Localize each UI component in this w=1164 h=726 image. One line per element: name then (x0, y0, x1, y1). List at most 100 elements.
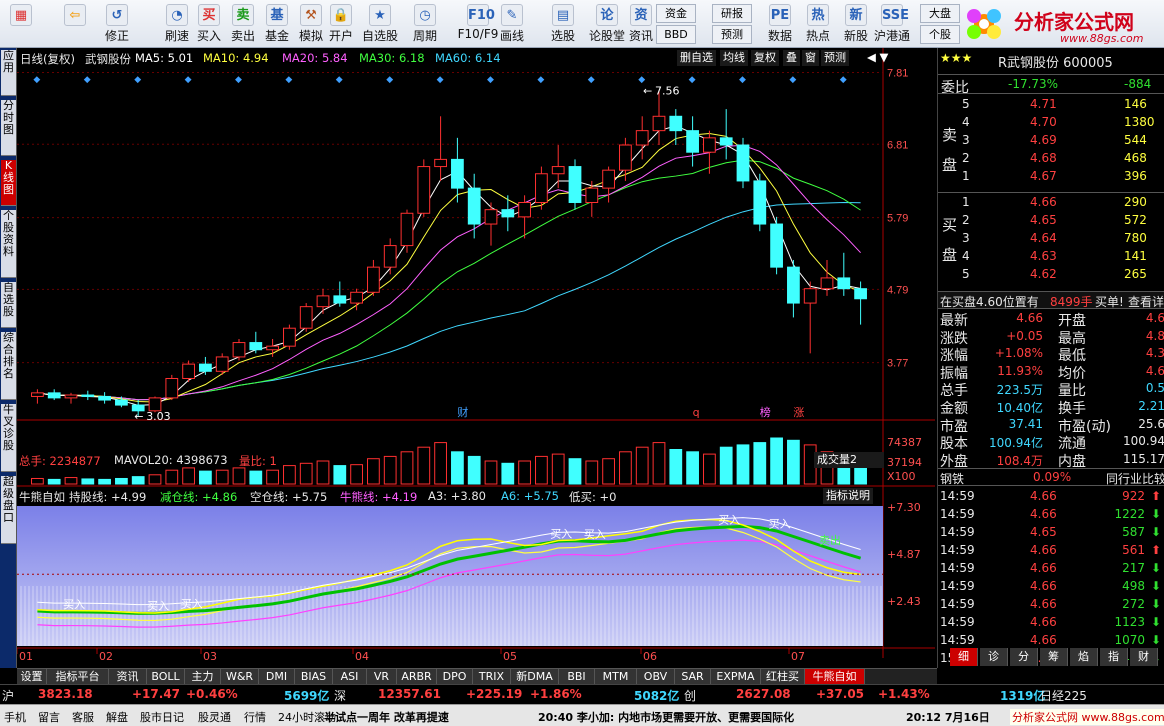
toolbar-button-16[interactable]: PE 数据 (762, 1, 798, 47)
indicator-tab[interactable]: BIAS (295, 669, 333, 684)
quote-tab[interactable]: 财 (1130, 648, 1158, 666)
status-link[interactable]: 解盘 (106, 709, 128, 725)
overlay-button[interactable]: 叠 (783, 50, 800, 66)
toolbar-button-17[interactable]: 热热点 (800, 1, 836, 47)
status-link[interactable]: 客服 (72, 709, 94, 725)
sell-volume: 1380 (1124, 115, 1155, 129)
status-link[interactable]: 留言 (38, 709, 60, 725)
window-button[interactable]: 窗 (802, 50, 819, 66)
indicator-tab[interactable]: 牛熊自如 (805, 669, 865, 684)
buy-row[interactable]: 4 4.63 141 (938, 248, 1164, 266)
buy-row[interactable]: 1 4.66 290 (938, 194, 1164, 212)
bbd-button[interactable]: BBD (656, 25, 696, 44)
date-tick-label: 02 (99, 650, 113, 663)
indicator-tab[interactable]: ASI (333, 669, 367, 684)
indicator-tab[interactable]: BOLL (147, 669, 185, 684)
tab-diagnose[interactable]: 牛叉诊股 (1, 404, 16, 472)
tab-stock-info[interactable]: 个股资料 (1, 210, 16, 278)
toolbar-button-5[interactable]: 卖卖出 (228, 1, 258, 47)
market-button[interactable]: 大盘 (920, 4, 960, 23)
indicator-tab[interactable]: OBV (637, 669, 675, 684)
toolbar-button-7[interactable]: ⚒ 模拟 (296, 1, 326, 47)
stock-button[interactable]: 个股 (920, 25, 960, 44)
quote-tab[interactable]: 筹 (1040, 648, 1068, 666)
indicator-tab[interactable]: TRIX (473, 669, 511, 684)
indicator-tab[interactable]: W&R (221, 669, 259, 684)
sell-row[interactable]: 5 4.71 146 (938, 96, 1164, 114)
quote-tab[interactable]: 诊 (980, 648, 1008, 666)
kline-chart-svg[interactable]: 7.816.815.794.793.77◆ ◆ ◆ ◆ ◆ ◆ ◆ ◆ ◆ ◆ ◆ ◆ ◆ ◆ ◆ ◆ ◆7.5… (17, 48, 935, 668)
tab-level2[interactable]: 超级盘口 (1, 476, 16, 544)
indicator-tab[interactable]: VR (367, 669, 397, 684)
tab-kline[interactable]: K线图 (1, 160, 16, 206)
trade-volume: 498 (1122, 579, 1145, 593)
indicator-help-button[interactable]: 指标说明 (823, 488, 873, 504)
toolbar-button-9[interactable]: ★ 自选股 (360, 1, 400, 47)
quote-tab[interactable]: 细 (950, 648, 978, 666)
research-button[interactable]: 研报 (712, 4, 752, 23)
toolbar-button-12[interactable]: ✎ 画线 (494, 1, 530, 47)
ticker-detail-link[interactable]: 查看详 (1128, 293, 1164, 310)
toolbar-button-8[interactable]: 🔒 开户 (326, 1, 356, 47)
news-ticker-1[interactable]: 半试点一周年 改革再提速 (324, 709, 449, 725)
adjust-button[interactable]: 复权 (751, 50, 779, 66)
forecast-button[interactable]: 预测 (712, 25, 752, 44)
sell-row[interactable]: 2 4.68 468 (938, 150, 1164, 168)
tab-intraday[interactable]: 分时图 (1, 100, 16, 156)
toolbar-button-6[interactable]: 基基金 (262, 1, 292, 47)
fund-flow-button[interactable]: 资金 (656, 4, 696, 23)
tab-ranking[interactable]: 综合排名 (1, 332, 16, 400)
tab-watchlist[interactable]: 自选股 (1, 282, 16, 328)
quote-tab[interactable]: 分 (1010, 648, 1038, 666)
tab-apps[interactable]: 应用 (1, 50, 16, 96)
indicator-tab[interactable]: DMI (259, 669, 295, 684)
sell-row[interactable]: 1 4.67 396 (938, 168, 1164, 186)
buy-row[interactable]: 2 4.65 572 (938, 212, 1164, 230)
status-link[interactable]: 手机 (4, 709, 26, 725)
volume-indicator-select[interactable]: 成交量2 (814, 452, 884, 468)
toolbar-button-3[interactable]: ◔ 刷速 (160, 1, 194, 47)
toolbar-button-13[interactable]: ▤ 选股 (545, 1, 581, 47)
indicator-tab[interactable]: DPO (437, 669, 473, 684)
toolbar-button-label: 刷速 (164, 29, 189, 43)
indicator-tab[interactable]: 指标平台 (47, 669, 109, 684)
toolbar-button-19[interactable]: SSE 沪港通 (872, 1, 912, 47)
collapse-icon[interactable]: ◀ ▼ (867, 50, 888, 64)
sell-row[interactable]: 4 4.70 1380 (938, 114, 1164, 132)
kline-chart-panel[interactable]: 7.81 6.81 5.79 4.79 3.77 ◆ ◆ ◆ ◆ ◆ ◆ ◆ ◆ ◆ ◆ ◆ ◆ ◆ ◆ ◆ ◆ ◆ 7.5… (17, 48, 935, 668)
status-link[interactable]: 股市日记 (140, 709, 184, 725)
site-banner[interactable]: 分析家公式网 www.88gs.com (1010, 709, 1164, 725)
toolbar-button-14[interactable]: 论论股堂 (586, 1, 628, 47)
indicator-tab[interactable]: EXPMA (711, 669, 761, 684)
stat-value2: 100.94 (1123, 434, 1164, 449)
ma-button[interactable]: 均线 (720, 50, 748, 66)
trade-price: 4.66 (1030, 615, 1057, 629)
toolbar-button-18[interactable]: 新新股 (838, 1, 874, 47)
indicator-tab[interactable]: 主力 (185, 669, 221, 684)
toolbar-button-2[interactable]: ↺ 修正 (100, 1, 134, 47)
news-ticker-2[interactable]: 20:40 李小加: 内地市场更需要开放、更需要国际化 (538, 709, 794, 725)
industry-compare-link[interactable]: 同行业比较 (1106, 470, 1164, 487)
forecast-chart-button[interactable]: 预测 (821, 50, 849, 66)
buy-row[interactable]: 3 4.64 780 (938, 230, 1164, 248)
toolbar-button-15[interactable]: 资资讯 (624, 1, 658, 47)
indicator-tab[interactable]: ARBR (397, 669, 437, 684)
indicator-tab[interactable]: 设置 (17, 669, 47, 684)
quote-tab[interactable]: 焰 (1070, 648, 1098, 666)
toolbar-button-4[interactable]: 买买入 (194, 1, 224, 47)
sell-row[interactable]: 3 4.69 544 (938, 132, 1164, 150)
indicator-tab[interactable]: 新DMA (511, 669, 559, 684)
status-link[interactable]: 行情 (244, 709, 266, 725)
indicator-tab[interactable]: 资讯 (109, 669, 147, 684)
indicator-tab[interactable]: SAR (675, 669, 711, 684)
indicator-tab[interactable]: 红柱买 (761, 669, 805, 684)
quote-tab[interactable]: 指 (1100, 648, 1128, 666)
indicator-tab[interactable]: MTM (595, 669, 637, 684)
toolbar-button-0[interactable]: ▦ (4, 1, 38, 47)
toolbar-button-1[interactable]: ⇦ (58, 1, 92, 47)
toolbar-button-10[interactable]: ◷ 周期 (405, 1, 445, 47)
indicator-tab[interactable]: BBI (559, 669, 595, 684)
buy-row[interactable]: 5 4.62 265 (938, 266, 1164, 284)
remove-watch-button[interactable]: 删自选 (677, 50, 716, 66)
status-link[interactable]: 股灵通 (198, 709, 231, 725)
